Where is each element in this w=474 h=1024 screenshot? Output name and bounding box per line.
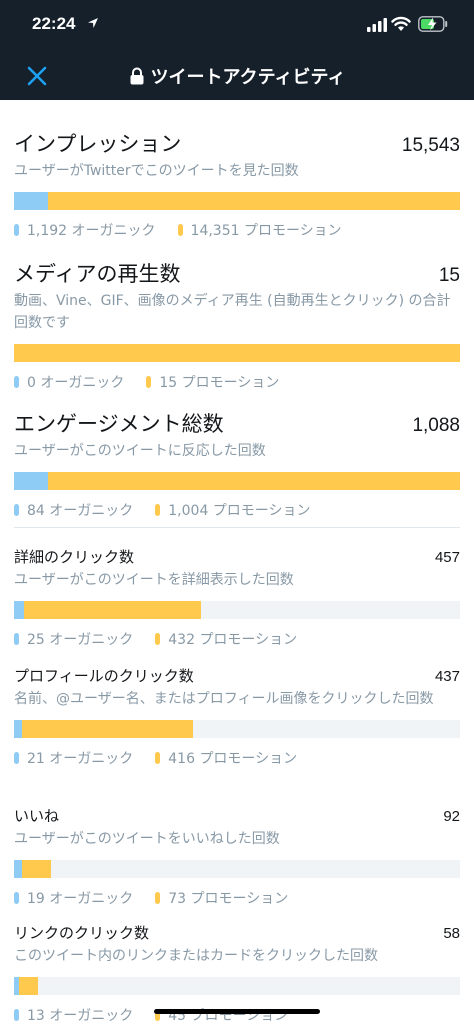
promoted-legend-marker	[155, 633, 161, 645]
promoted-legend-marker	[155, 892, 161, 904]
nav-title-group: ツイートアクティビティ	[0, 52, 474, 100]
organic-count: 21 オーガニック	[27, 751, 134, 767]
organic-bar-segment	[14, 860, 22, 878]
metric-legend: 25 オーガニック 432 プロモーション	[14, 629, 460, 649]
organic-legend-marker	[14, 1009, 19, 1021]
metric-bar	[14, 860, 460, 878]
organic-bar-segment	[14, 472, 49, 490]
metric-value: 15	[438, 265, 460, 286]
organic-legend-marker	[14, 376, 19, 388]
status-time: 22:24	[32, 14, 76, 33]
organic-bar-segment	[14, 720, 23, 738]
metric-bar	[14, 344, 460, 362]
metric-title: メディアの再生数	[14, 262, 181, 286]
promoted-bar-segment	[22, 720, 193, 738]
metric-impressions: インプレッション 15,543 ユーザーがTwitterでこのツイートを見た回数…	[14, 128, 460, 240]
promoted-bar-segment	[14, 344, 460, 362]
organic-legend-marker	[14, 224, 19, 236]
promoted-count: 15 プロモーション	[159, 375, 280, 391]
promoted-legend-marker	[155, 504, 161, 516]
metric-description: このツイート内のリンクまたはカードをクリックした回数	[14, 948, 378, 964]
metric-bar	[14, 472, 460, 490]
organic-count: 19 オーガニック	[27, 891, 134, 907]
metric-value: 1,088	[412, 415, 460, 436]
page-title: ツイートアクティビティ	[150, 67, 346, 88]
promoted-count: 416 プロモーション	[168, 751, 298, 767]
promoted-count: 14,351 プロモーション	[190, 223, 342, 239]
promoted-legend-marker	[177, 224, 183, 236]
metric-value: 437	[434, 668, 460, 685]
metric-description: 名前、@ユーザー名、またはプロフィール画像をクリックした回数	[14, 691, 434, 707]
metric-value: 15,543	[401, 135, 460, 156]
metric-media-views: メディアの再生数 15 動画、Vine、GIF、画像のメディア再生 (自動再生と…	[14, 258, 460, 392]
metric-value: 92	[443, 808, 460, 825]
organic-count: 25 オーガニック	[27, 632, 134, 648]
promoted-bar-segment	[48, 192, 460, 210]
metric-description: ユーザーがこのツイートをいいねした回数	[14, 831, 280, 847]
organic-legend-marker	[14, 633, 19, 645]
metric-bar	[14, 720, 460, 738]
metric-legend: 0 オーガニック 15 プロモーション	[14, 372, 460, 392]
organic-legend-marker	[14, 504, 19, 516]
metric-title: 詳細のクリック数	[14, 548, 135, 566]
metric-engagements: エンゲージメント総数 1,088 ユーザーがこのツイートに反応した回数 84 オ…	[14, 408, 460, 520]
nav-bar: ツイートアクティビティ	[0, 52, 474, 100]
wifi-icon	[391, 16, 411, 31]
location-arrow-icon	[88, 18, 98, 28]
organic-bar-segment	[14, 192, 49, 210]
promoted-legend-marker	[146, 376, 152, 388]
organic-count: 1,192 オーガニック	[27, 223, 156, 239]
promoted-bar-segment	[19, 977, 38, 995]
metric-bar	[14, 977, 460, 995]
promoted-bar-segment	[21, 860, 52, 878]
metric-bar	[14, 601, 460, 619]
metric-profile-clicks: プロフィールのクリック数 437 名前、@ユーザー名、またはプロフィール画像をク…	[14, 665, 460, 768]
organic-legend-marker	[14, 752, 19, 764]
metric-legend: 84 オーガニック 1,004 プロモーション	[14, 500, 460, 520]
activity-content: インプレッション 15,543 ユーザーがTwitterでこのツイートを見た回数…	[0, 100, 474, 1024]
metric-title: プロフィールのクリック数	[14, 667, 194, 685]
metric-description: ユーザーがこのツイートを詳細表示した回数	[14, 572, 294, 588]
signal-icon	[367, 18, 387, 32]
status-bar: 22:24	[0, 0, 474, 52]
metric-description: ユーザーがTwitterでこのツイートを見た回数	[14, 163, 299, 179]
metric-value: 457	[434, 549, 460, 566]
metric-description: ユーザーがこのツイートに反応した回数	[14, 443, 266, 459]
metric-bar	[14, 192, 460, 210]
promoted-count: 1,004 プロモーション	[168, 503, 311, 519]
metric-legend: 1,192 オーガニック 14,351 プロモーション	[14, 220, 460, 240]
metric-title: リンクのクリック数	[14, 924, 150, 942]
lock-icon	[130, 67, 144, 85]
promoted-bar-segment	[48, 472, 460, 490]
organic-count: 0 オーガニック	[27, 375, 125, 391]
promoted-bar-segment	[24, 601, 202, 619]
metric-legend: 19 オーガニック 73 プロモーション	[14, 888, 460, 908]
promoted-legend-marker	[155, 752, 161, 764]
organic-count: 84 オーガニック	[27, 503, 134, 519]
organic-count: 13 オーガニック	[27, 1008, 134, 1024]
organic-legend-marker	[14, 892, 19, 904]
organic-bar-segment	[14, 601, 25, 619]
metric-title: エンゲージメント総数	[14, 412, 224, 436]
metric-value: 58	[443, 925, 460, 942]
promoted-count: 45 プロモーション	[168, 1008, 289, 1024]
promoted-count: 432 プロモーション	[168, 632, 298, 648]
metric-detail-expands: 詳細のクリック数 457 ユーザーがこのツイートを詳細表示した回数 25 オーガ…	[14, 546, 460, 649]
metric-legend: 21 オーガニック 416 プロモーション	[14, 748, 460, 768]
battery-charging-icon	[418, 16, 448, 32]
metric-legend: 13 オーガニック 45 プロモーション	[14, 1005, 460, 1024]
promoted-count: 73 プロモーション	[168, 891, 289, 907]
metric-likes: いいね 92 ユーザーがこのツイートをいいねした回数 19 オーガニック 73 …	[14, 805, 460, 908]
home-indicator[interactable]	[154, 1009, 320, 1014]
metric-title: いいね	[14, 807, 60, 825]
section-divider	[14, 527, 460, 528]
metric-description: 動画、Vine、GIF、画像のメディア再生 (自動再生とクリック) の合計回数で…	[14, 293, 451, 331]
metric-title: インプレッション	[14, 132, 182, 156]
